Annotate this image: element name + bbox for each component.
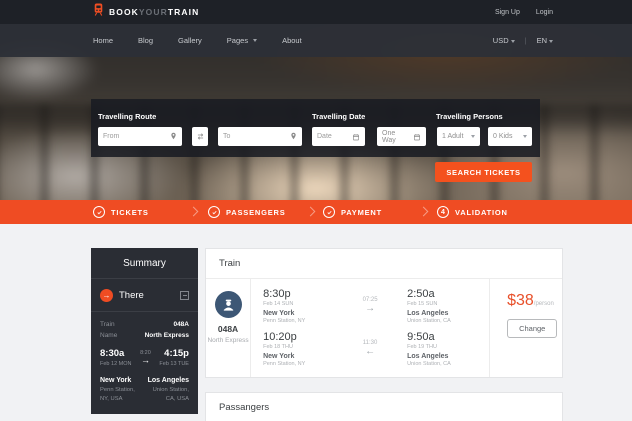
nav-separator: | [524, 36, 527, 45]
swap-route-button[interactable] [192, 127, 208, 146]
check-circle-icon [208, 206, 220, 218]
adults-value: 1 Adult [442, 133, 464, 140]
swap-arrows-icon [196, 128, 205, 146]
step-payment[interactable]: PAYMENT [323, 200, 382, 224]
travelling-route-label: Travelling Route [98, 112, 157, 121]
step-label: PASSENGERS [226, 207, 286, 217]
currency-selector[interactable]: USD [493, 36, 515, 45]
step-passengers[interactable]: PASSENGERS [208, 200, 286, 224]
caret-down-icon [523, 135, 527, 138]
nav-item-gallery[interactable]: Gallery [178, 36, 202, 45]
search-tickets-button[interactable]: SEARCH TICKETS [435, 162, 532, 182]
step-separator-icon [188, 206, 199, 217]
caret-down-icon [510, 40, 515, 43]
step-separator-icon [418, 206, 429, 217]
step-label: TICKETS [111, 207, 149, 217]
trip-type-select[interactable]: One Way [377, 127, 426, 146]
language-selector[interactable]: EN [537, 36, 553, 45]
check-circle-icon [93, 206, 105, 218]
caret-down-icon [253, 39, 258, 42]
travelling-date-label: Travelling Date [312, 112, 366, 121]
logo-text: BOOKYOURTRAIN [109, 7, 200, 17]
trip-type-value: One Way [382, 129, 396, 144]
adults-select[interactable]: 1 Adult [437, 127, 480, 146]
progress-steps-bar: TICKETS PASSENGERS PAYMENT 4 VALIDATION [0, 200, 632, 224]
kids-value: 0 Kids [493, 133, 513, 140]
nav-item-pages[interactable]: Pages [227, 36, 258, 45]
login-link[interactable]: Login [536, 9, 553, 16]
kids-select[interactable]: 0 Kids [488, 127, 532, 146]
step-validation[interactable]: 4 VALIDATION [437, 200, 508, 224]
date-input[interactable] [317, 133, 349, 140]
navbar: Home Blog Gallery Pages About USD | EN [0, 24, 632, 57]
check-circle-icon [323, 206, 335, 218]
number-4-circle-icon: 4 [437, 206, 449, 218]
step-label: PAYMENT [341, 207, 383, 217]
calendar-icon [352, 128, 360, 146]
from-input[interactable] [103, 133, 167, 140]
caret-down-icon [549, 40, 553, 43]
step-separator-icon [305, 206, 316, 217]
location-pin-icon [170, 128, 177, 146]
to-input[interactable] [223, 133, 287, 140]
train-logo-icon [93, 3, 104, 21]
topbar: BOOKYOURTRAIN Sign Up Login [0, 0, 632, 24]
calendar-icon [413, 128, 421, 146]
from-field[interactable] [98, 127, 182, 146]
travelling-persons-label: Travelling Persons [436, 112, 503, 121]
nav-item-about[interactable]: About [282, 36, 302, 45]
step-tickets[interactable]: TICKETS [93, 200, 149, 224]
to-field[interactable] [218, 127, 302, 146]
step-label: VALIDATION [455, 207, 508, 217]
nav-item-blog[interactable]: Blog [138, 36, 153, 45]
logo[interactable]: BOOKYOURTRAIN [93, 3, 199, 21]
page: BOOKYOURTRAIN Sign Up Login Home Blog Ga… [0, 0, 632, 421]
location-pin-icon [290, 128, 297, 146]
date-field[interactable] [312, 127, 365, 146]
signup-link[interactable]: Sign Up [495, 9, 520, 16]
nav-item-home[interactable]: Home [93, 36, 113, 45]
caret-down-icon [471, 135, 475, 138]
